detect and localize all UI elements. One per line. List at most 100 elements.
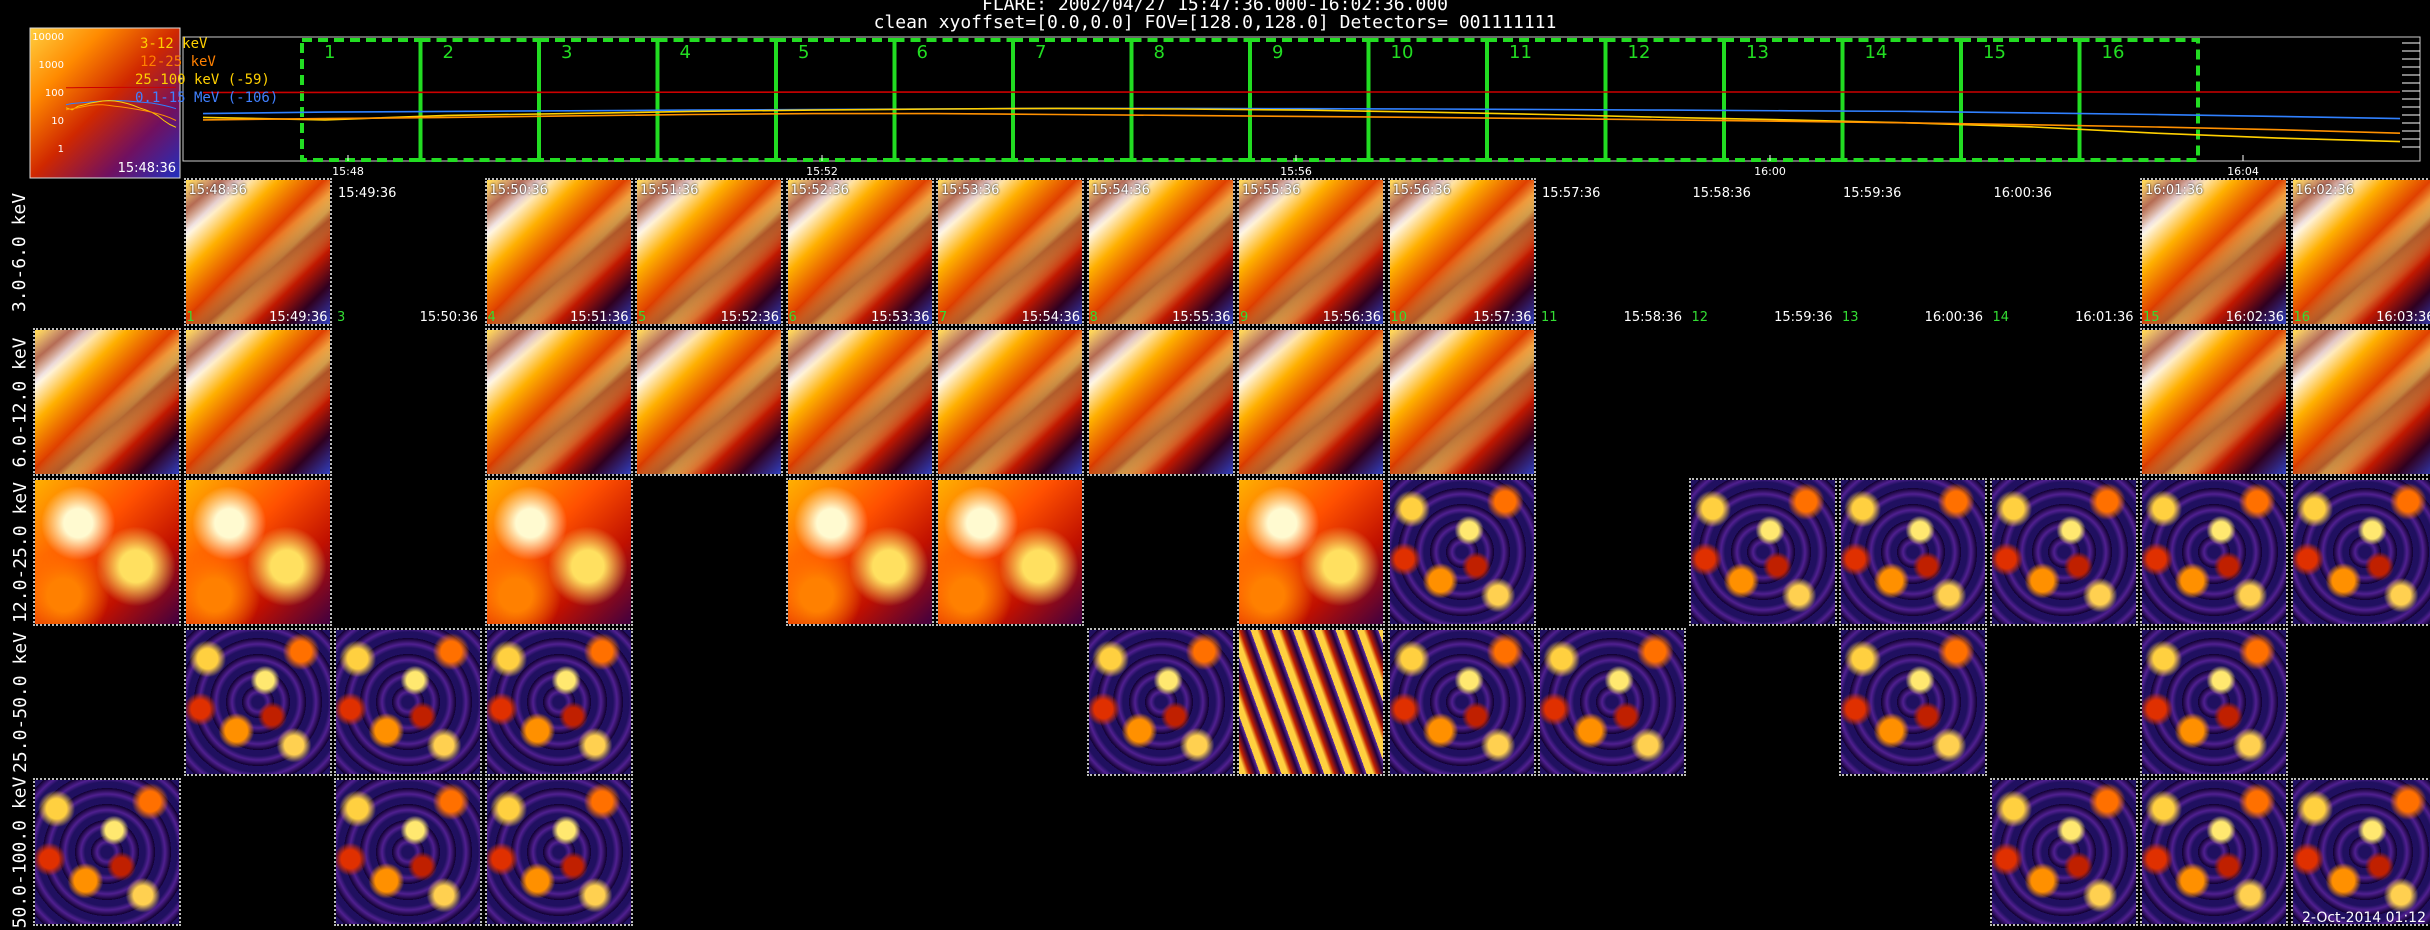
- image-tile-fill: [486, 330, 631, 474]
- image-tile-fill: [35, 480, 179, 624]
- interval-label: 14: [1865, 42, 1888, 63]
- empty-slot-time: 15:59:36: [1843, 186, 1902, 201]
- image-tile-fill: [2142, 480, 2286, 624]
- interval-box: [655, 38, 778, 162]
- interval-number: 12: [1691, 310, 1709, 325]
- image-tile-fill: [938, 480, 1082, 624]
- image-tile-fill: [1991, 480, 2136, 624]
- image-tile: [334, 628, 482, 776]
- image-tile-fill: [787, 480, 932, 624]
- image-tile: [1538, 628, 1686, 776]
- tile-time: 15:52:36: [790, 183, 849, 198]
- image-tile-fill: [1841, 480, 1985, 624]
- image-tile-fill: [1991, 780, 2136, 924]
- tile-time: 15:55:36: [1242, 183, 1301, 198]
- image-tile-fill: [1540, 630, 1684, 774]
- image-tile-row1: 15:48:36: [183, 178, 332, 326]
- image-tile: [1086, 328, 1235, 476]
- interval-number: 16: [2293, 310, 2311, 325]
- tile-time: 15:48:36: [188, 183, 247, 198]
- image-tile-fill: [938, 330, 1082, 474]
- image-tile-fill: [787, 330, 932, 474]
- image-tile: [2290, 328, 2430, 476]
- image-tile: [1237, 628, 1385, 776]
- image-tile: [1839, 478, 1987, 626]
- date-stamp: 2-Oct-2014 01:12: [2301, 910, 2426, 926]
- image-tile-fill: [787, 180, 932, 324]
- x-tick-label: 15:56: [1280, 165, 1312, 178]
- image-tile-fill: [2142, 330, 2286, 474]
- interval-number: 3: [337, 310, 346, 325]
- interval-number: 13: [1842, 310, 1859, 325]
- image-tile-fill: [1389, 480, 1534, 624]
- image-tile-fill: [35, 330, 179, 474]
- interval-box: [2077, 38, 2200, 162]
- tile-time: 16:02:36: [2295, 183, 2354, 198]
- tile-time: 15:50:36: [489, 183, 548, 198]
- interval-box: [1129, 38, 1252, 162]
- interval-box: [892, 38, 1015, 162]
- image-tile: [1387, 628, 1536, 776]
- interval-time: 15:52:36: [720, 310, 779, 325]
- image-tile-fill: [1239, 480, 1383, 624]
- image-tile: [183, 328, 332, 476]
- energy-row-label: 3.0-6.0 keV: [0, 178, 40, 326]
- interval-label: 3: [561, 42, 572, 63]
- interval-box: [774, 38, 897, 162]
- empty-slot-time: 15:49:36: [338, 186, 397, 201]
- image-tile-fill: [1389, 330, 1534, 474]
- image-tile: [2140, 478, 2288, 626]
- interval-label: 13: [1746, 42, 1769, 63]
- image-tile-row1: 15:53:36: [936, 178, 1084, 326]
- interval-label: 9: [1272, 42, 1283, 63]
- image-tile-fill: [2142, 780, 2286, 924]
- image-tile: [1387, 478, 1536, 626]
- interval-number: 11: [1541, 310, 1558, 325]
- interval-time: 15:53:36: [871, 310, 930, 325]
- image-tile-fill: [2142, 180, 2286, 324]
- interval-time: 15:57:36: [1473, 310, 1532, 325]
- x-tick-label: 16:00: [1754, 165, 1786, 178]
- image-tile-fill: [1088, 630, 1233, 774]
- interval-box: [1959, 38, 2082, 162]
- image-tile: [1839, 628, 1987, 776]
- inset-time: 15:48:36: [118, 161, 176, 176]
- tile-time: 15:53:36: [941, 183, 1000, 198]
- interval-label: 6: [917, 42, 928, 63]
- x-tick-label: 16:04: [2227, 165, 2259, 178]
- energy-row-text: 12.0-25.0 keV: [9, 481, 31, 623]
- image-tile: [183, 478, 332, 626]
- image-tile-fill: [1841, 630, 1985, 774]
- interval-time: 15:56:36: [1322, 310, 1381, 325]
- image-tile-fill: [1690, 480, 1835, 624]
- image-tile-fill: [637, 330, 781, 474]
- interval-label: 5: [798, 42, 809, 63]
- y-tick-label: 10: [51, 116, 64, 127]
- interval-label: 16: [2102, 42, 2125, 63]
- image-tile-fill: [1389, 630, 1534, 774]
- image-tile-fill: [1239, 180, 1383, 324]
- interval-time: 16:03:36: [2376, 310, 2430, 325]
- energy-row-label: 25.0-50.0 keV: [0, 628, 40, 776]
- image-tile: [1387, 328, 1536, 476]
- image-tile-row1: 15:56:36: [1387, 178, 1536, 326]
- series-line-3: [202, 112, 2401, 134]
- interval-box: [1722, 38, 1845, 162]
- image-tile-fill: [1088, 330, 1233, 474]
- y-tick-label: 10000: [32, 32, 64, 43]
- interval-time: 15:49:36: [269, 310, 328, 325]
- image-tile-fill: [1239, 330, 1383, 474]
- interval-label: 10: [1391, 42, 1414, 63]
- image-tile-row1: 15:54:36: [1086, 178, 1235, 326]
- image-tile-fill: [2292, 780, 2430, 924]
- image-tile-fill: [637, 180, 781, 324]
- interval-box: [300, 38, 423, 162]
- interval-number: 7: [939, 310, 948, 325]
- interval-number: 9: [1240, 310, 1249, 325]
- image-tile-fill: [486, 630, 631, 774]
- interval-label: 1: [324, 42, 335, 63]
- image-tile-fill: [2142, 630, 2286, 774]
- tile-time: 15:51:36: [640, 183, 699, 198]
- image-tile: [33, 478, 181, 626]
- empty-slot-time: 16:00:36: [1993, 186, 2052, 201]
